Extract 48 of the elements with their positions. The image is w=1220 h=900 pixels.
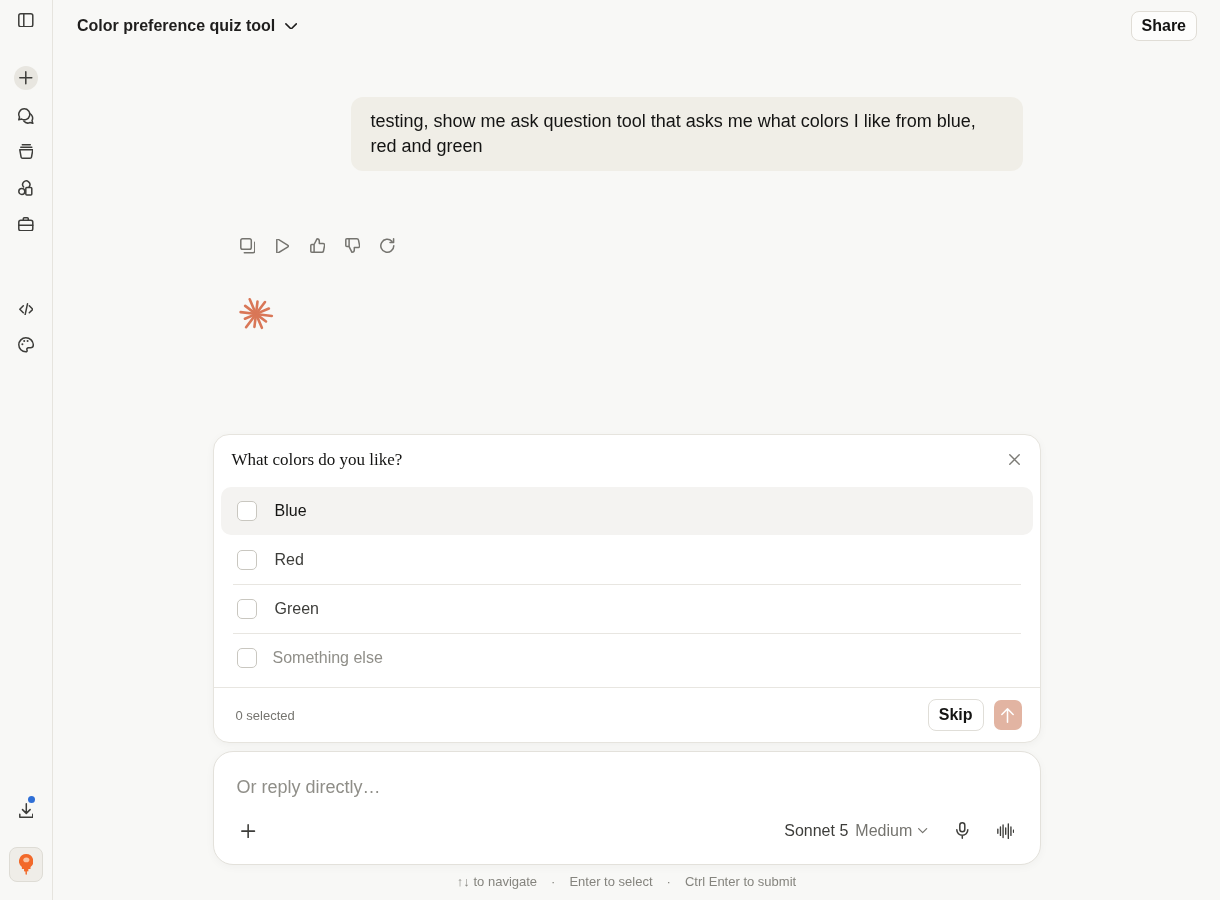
- shortcut-hint: Enter to select: [569, 873, 653, 891]
- thumbs-down-icon: [344, 238, 361, 254]
- hint-separator: ·: [551, 873, 556, 891]
- new-chat-button[interactable]: [14, 66, 38, 90]
- question-title: What colors do you like?: [231, 449, 403, 470]
- play-icon: [275, 238, 290, 254]
- plus-icon: [241, 823, 256, 839]
- option-row[interactable]: Green: [220, 585, 1033, 633]
- download-icon: [18, 803, 34, 819]
- chevron-down-icon: [285, 22, 298, 30]
- profile-button[interactable]: [9, 847, 43, 882]
- skip-button[interactable]: Skip: [927, 699, 984, 731]
- close-icon: [1009, 454, 1020, 465]
- waveform-icon: [996, 822, 1015, 840]
- thumbs-up-icon: [309, 238, 326, 254]
- briefcase-icon: [18, 216, 34, 232]
- chat-title-button[interactable]: Color preference quiz tool: [71, 13, 304, 39]
- hint-separator: ·: [666, 873, 671, 891]
- plus-icon: [19, 71, 33, 85]
- shortcut-hint: Ctrl Enter to submit: [684, 873, 797, 891]
- option-row[interactable]: Blue: [220, 487, 1033, 535]
- share-button[interactable]: Share: [1130, 11, 1197, 41]
- checkbox[interactable]: [236, 599, 257, 619]
- stacked-tray-icon: [18, 144, 34, 160]
- chevron-down-icon: [918, 828, 928, 834]
- code-icon: [18, 302, 34, 316]
- reply-input-field[interactable]: Or reply directly…: [231, 766, 1023, 808]
- microphone-icon: [956, 822, 969, 840]
- shapes-icon: [18, 180, 34, 196]
- checkbox[interactable]: [236, 501, 257, 521]
- arrow-up-icon: [1001, 707, 1014, 723]
- copy-icon: [239, 238, 256, 254]
- user-message: testing, show me ask question tool that asks me what colors I like from blue, red and green: [350, 97, 1023, 171]
- chat-bubbles-icon: [18, 107, 34, 125]
- checkbox[interactable]: [236, 550, 257, 570]
- checkbox[interactable]: [236, 648, 257, 668]
- composer-panel[interactable]: Or reply directly… Sonnet 5 Medium: [212, 751, 1041, 865]
- sidebar-panel-icon: [18, 12, 34, 28]
- palette-icon: [17, 337, 35, 353]
- shortcut-hint: ↑↓ to navigate: [456, 873, 538, 891]
- pin-icon: [18, 854, 34, 875]
- circular-arrow-icon: [379, 238, 396, 254]
- option-row[interactable]: Red: [220, 536, 1033, 584]
- model-selector[interactable]: Sonnet 5 Medium: [778, 814, 934, 848]
- option-row[interactable]: Something else: [220, 634, 1033, 682]
- selected-count: 0 selected: [235, 707, 296, 723]
- other-answer-field[interactable]: Something else: [272, 646, 1017, 670]
- starburst-icon: [237, 296, 274, 332]
